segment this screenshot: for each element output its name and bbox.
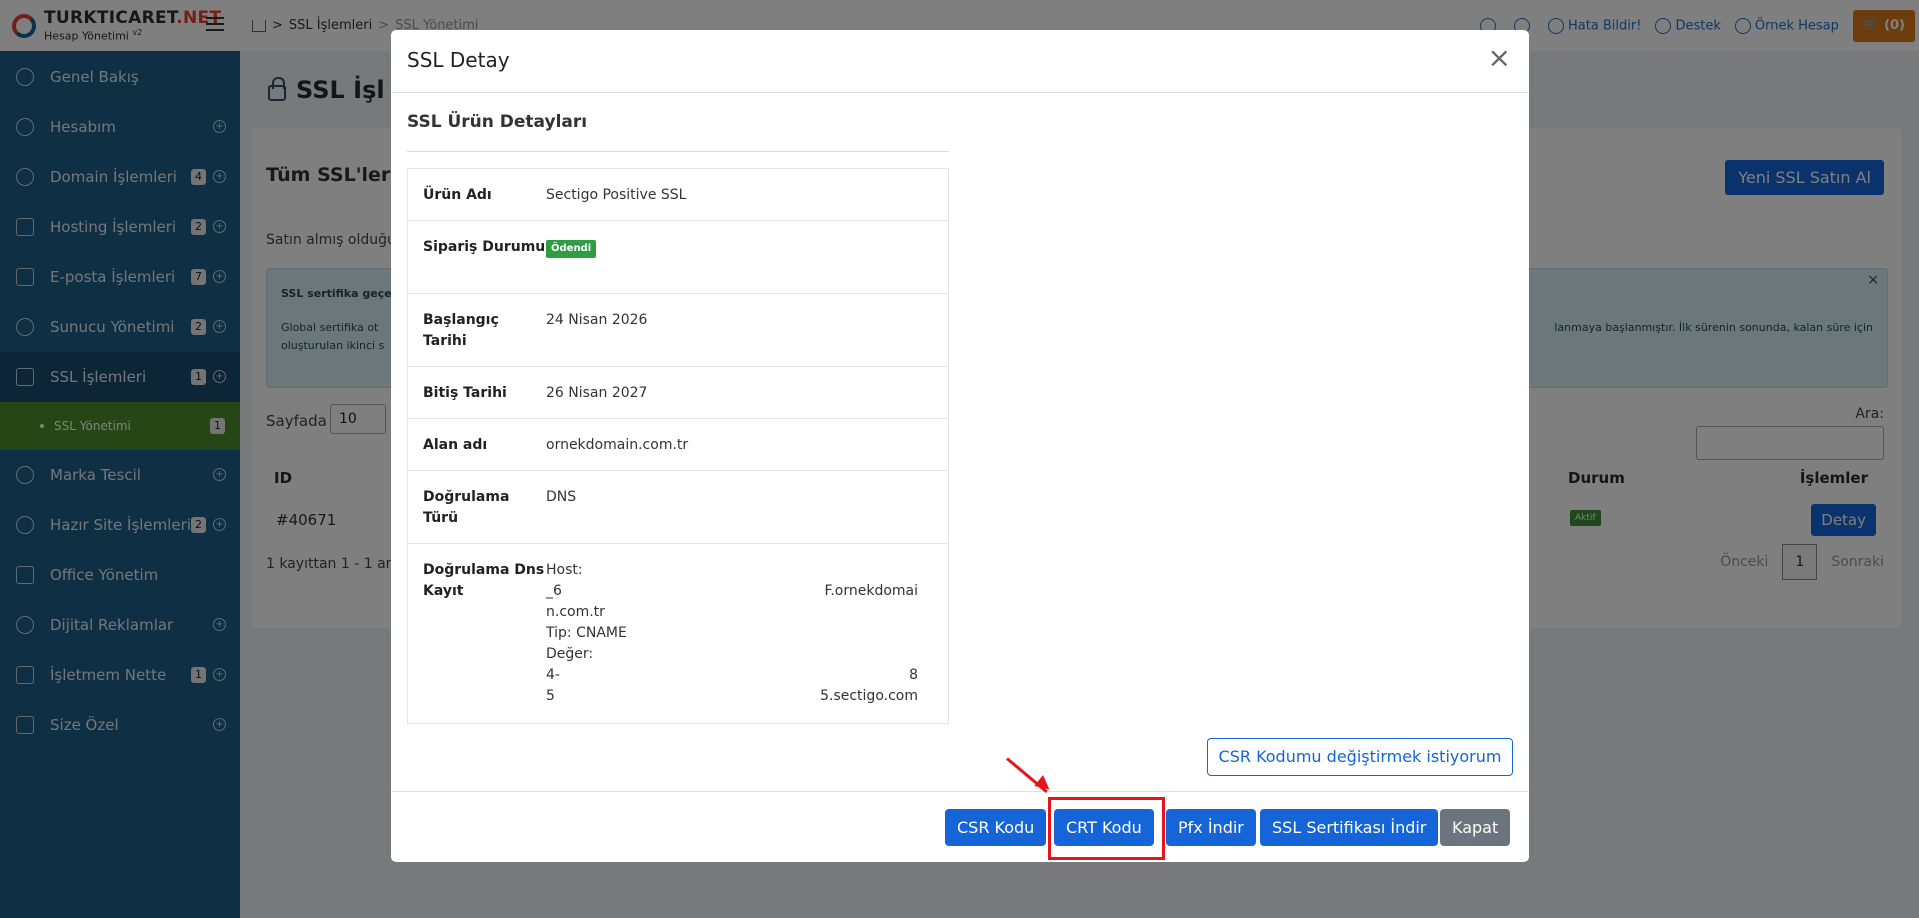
row-label: Ürün Adı: [423, 187, 492, 203]
dns-line: n.com.tr: [546, 604, 605, 620]
close-icon[interactable]: ×: [1488, 44, 1511, 72]
table-row: Doğrulama Türü DNS: [408, 471, 948, 544]
dns-line: 4- 8: [546, 665, 918, 686]
table-row: Sipariş Durumu Ödendi: [408, 221, 948, 294]
row-label: Doğrulama Türü: [423, 489, 510, 526]
dns-value-start: 4-: [546, 667, 560, 683]
modal-title: SSL Detay: [407, 48, 510, 72]
table-row: Başlangıç Tarihi 24 Nisan 2026: [408, 294, 948, 367]
row-value: 24 Nisan 2026: [546, 312, 648, 328]
dns-line: Host:: [546, 562, 583, 578]
table-row: Doğrulama Dns Kayıt Host: _6 F.ornekdomai…: [408, 544, 948, 723]
row-value: Host: _6 F.ornekdomai n.com.tr Tip: CNAME…: [546, 544, 948, 723]
pfx-download-button[interactable]: Pfx İndir: [1166, 809, 1256, 846]
table-row: Alan adı ornekdomain.com.tr: [408, 419, 948, 471]
dns-line: Değer:: [546, 646, 594, 662]
table-row: Bitiş Tarihi 26 Nisan 2027: [408, 367, 948, 419]
dns-value2-start: 5: [546, 688, 555, 704]
csr-code-button[interactable]: CSR Kodu: [945, 809, 1047, 846]
row-value: Ödendi: [546, 221, 948, 293]
modal-footer: [391, 791, 1529, 792]
dns-value2-end: 5.sectigo.com: [820, 688, 918, 704]
divider: [407, 151, 949, 152]
dns-host-start: _6: [546, 583, 562, 599]
row-value: Sectigo Positive SSL: [546, 187, 687, 203]
dns-record: Host: _6 F.ornekdomai n.com.tr Tip: CNAME…: [546, 560, 918, 707]
row-value: DNS: [546, 489, 577, 505]
dns-value-end: 8: [909, 667, 918, 683]
close-button[interactable]: Kapat: [1440, 809, 1511, 846]
change-csr-button[interactable]: CSR Kodumu değiştirmek istiyorum: [1207, 738, 1513, 776]
details-table: Ürün Adı Sectigo Positive SSL Sipariş Du…: [407, 168, 949, 724]
row-value: ornekdomain.com.tr: [546, 437, 689, 453]
row-value: 26 Nisan 2027: [546, 385, 648, 401]
ssl-detail-modal: SSL Detay × SSL Ürün Detayları Ürün Adı …: [391, 30, 1529, 862]
row-label: Sipariş Durumu: [423, 239, 546, 255]
row-label: Alan adı: [423, 437, 488, 453]
highlight-box: [1048, 797, 1165, 860]
section-title: SSL Ürün Detayları: [407, 112, 588, 132]
modal-header: SSL Detay ×: [391, 30, 1529, 93]
ssl-download-button[interactable]: SSL Sertifikası İndir: [1260, 809, 1439, 846]
dns-line: Tip: CNAME: [546, 625, 627, 641]
status-badge: Ödendi: [546, 240, 597, 258]
row-label: Doğrulama Dns Kayıt: [423, 562, 545, 599]
row-label: Başlangıç Tarihi: [423, 312, 499, 349]
table-row: Ürün Adı Sectigo Positive SSL: [408, 169, 948, 221]
dns-host-end: F.ornekdomai: [824, 583, 918, 599]
dns-line: 5 5.sectigo.com: [546, 686, 918, 707]
dns-line: _6 F.ornekdomai: [546, 581, 918, 602]
row-label: Bitiş Tarihi: [423, 385, 507, 401]
